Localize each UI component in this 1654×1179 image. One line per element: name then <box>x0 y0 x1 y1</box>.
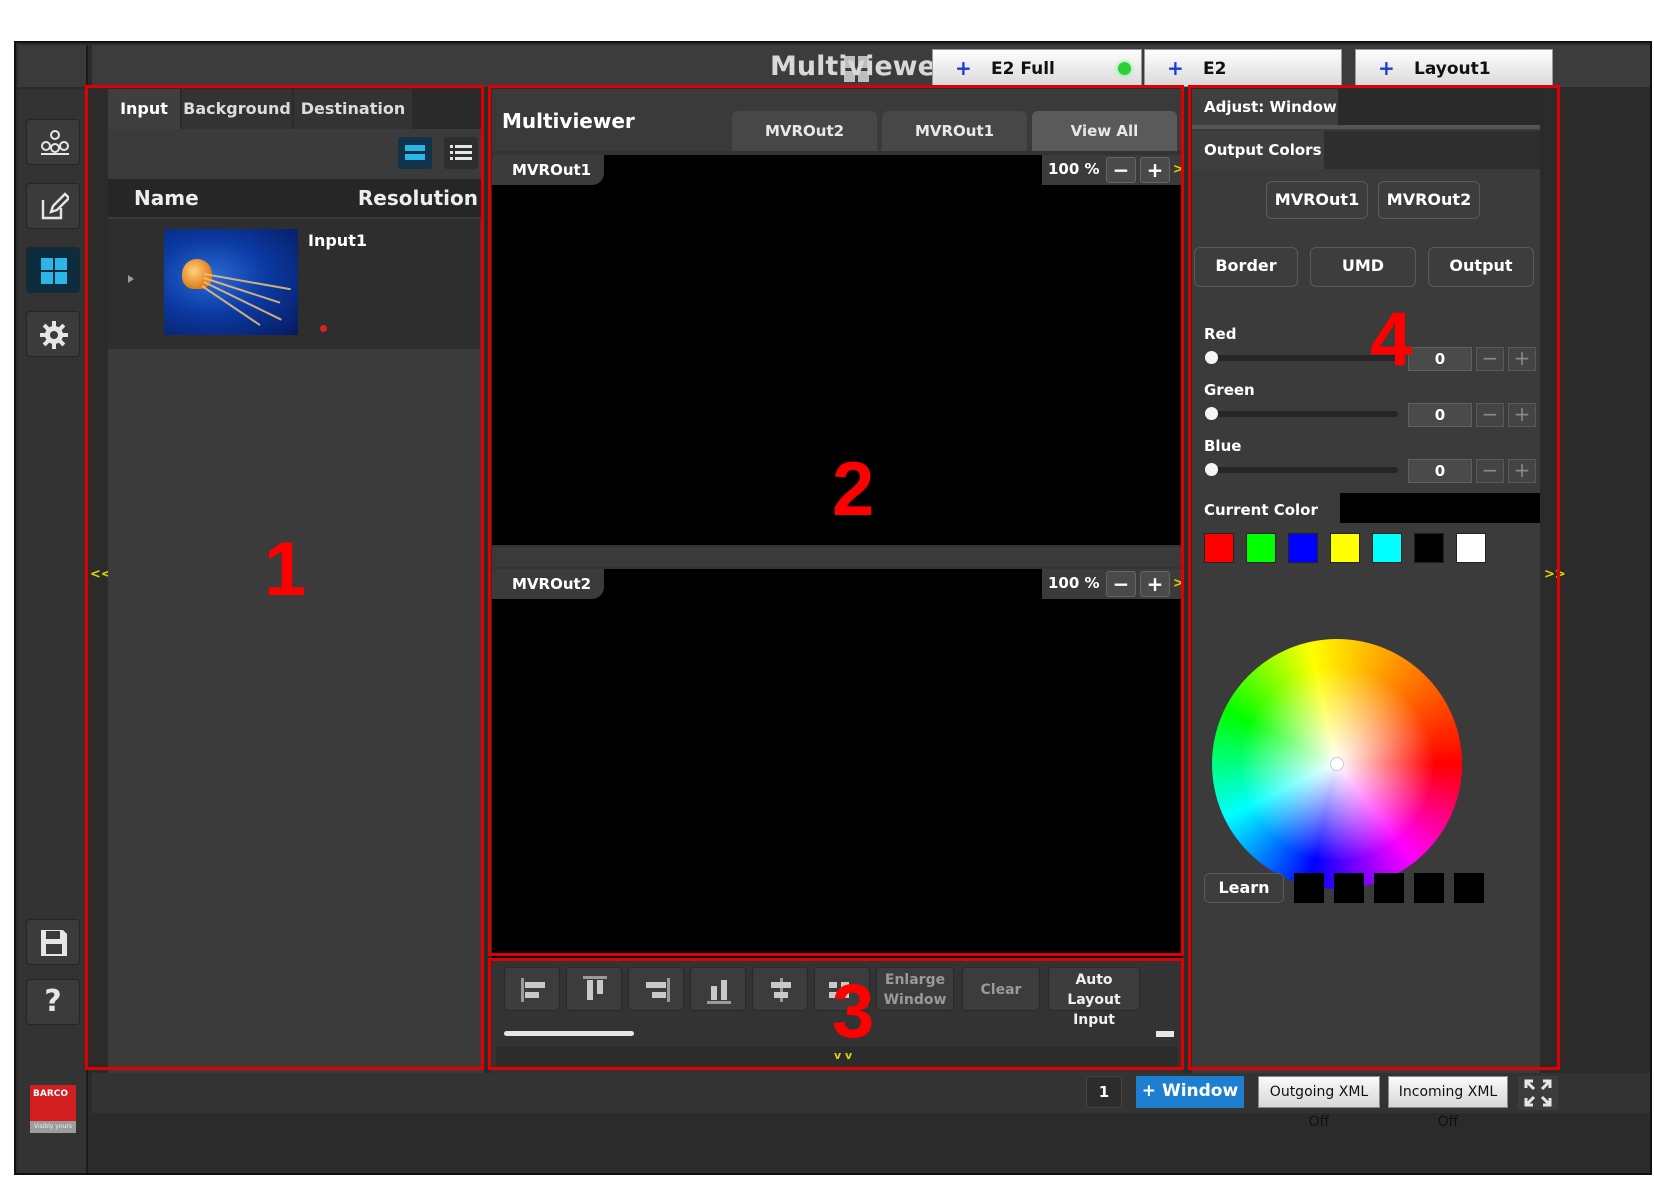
multiviewer-icon <box>41 258 67 284</box>
system-icon <box>41 130 69 155</box>
page-number: 1 <box>1086 1076 1122 1108</box>
fullscreen-button[interactable] <box>1518 1076 1558 1110</box>
help-button[interactable]: ? <box>26 979 80 1025</box>
annotation-number-2: 2 <box>832 447 875 532</box>
edit-icon <box>41 192 69 220</box>
top-left-corner <box>18 45 88 87</box>
left-nav: ? BARCO Visibly yours <box>18 89 88 1173</box>
preset-tab-label: E2 Full <box>991 59 1055 79</box>
preset-tab-layout1[interactable]: + Layout1 <box>1355 49 1553 87</box>
annotation-number-3: 3 <box>832 969 875 1054</box>
nav-multiviewer-button[interactable] <box>26 247 80 293</box>
annotation-box-4 <box>1188 85 1560 1070</box>
annotation-number-1: 1 <box>264 527 307 612</box>
outgoing-xml-button[interactable]: Outgoing XML Off <box>1258 1076 1380 1130</box>
plus-icon: + <box>1378 56 1395 80</box>
incoming-xml-button[interactable]: Incoming XML Off <box>1388 1076 1508 1130</box>
top-bar: Multiviewer + E2 Full + E2 + Layout1 <box>92 45 1650 87</box>
preset-tab-e2-full[interactable]: + E2 Full <box>932 49 1142 87</box>
annotation-number-4: 4 <box>1370 297 1413 382</box>
logo-text: BARCO <box>33 1089 69 1099</box>
preset-tab-label: Layout1 <box>1414 59 1491 79</box>
fullscreen-icon <box>1524 1079 1552 1107</box>
logo-subtitle: Visibly yours <box>30 1121 76 1133</box>
status-bar: 1 + Window Outgoing XML Off Incoming XML… <box>92 1073 1650 1130</box>
add-window-button[interactable]: + Window <box>1136 1076 1244 1108</box>
nav-system-button[interactable] <box>26 119 80 165</box>
plus-icon: + <box>1167 56 1184 80</box>
floppy-disk-icon <box>41 930 67 956</box>
preset-tab-e2[interactable]: + E2 <box>1144 49 1342 87</box>
save-button[interactable] <box>26 919 80 965</box>
nav-edit-button[interactable] <box>26 183 80 229</box>
barco-logo: BARCO Visibly yours <box>30 1085 76 1133</box>
status-led <box>1118 62 1131 75</box>
nav-settings-button[interactable] <box>26 311 80 357</box>
app-title: Multiviewer <box>770 51 950 82</box>
plus-icon: + <box>955 56 972 80</box>
gear-icon <box>40 321 68 349</box>
preset-tab-label: E2 <box>1203 59 1227 79</box>
